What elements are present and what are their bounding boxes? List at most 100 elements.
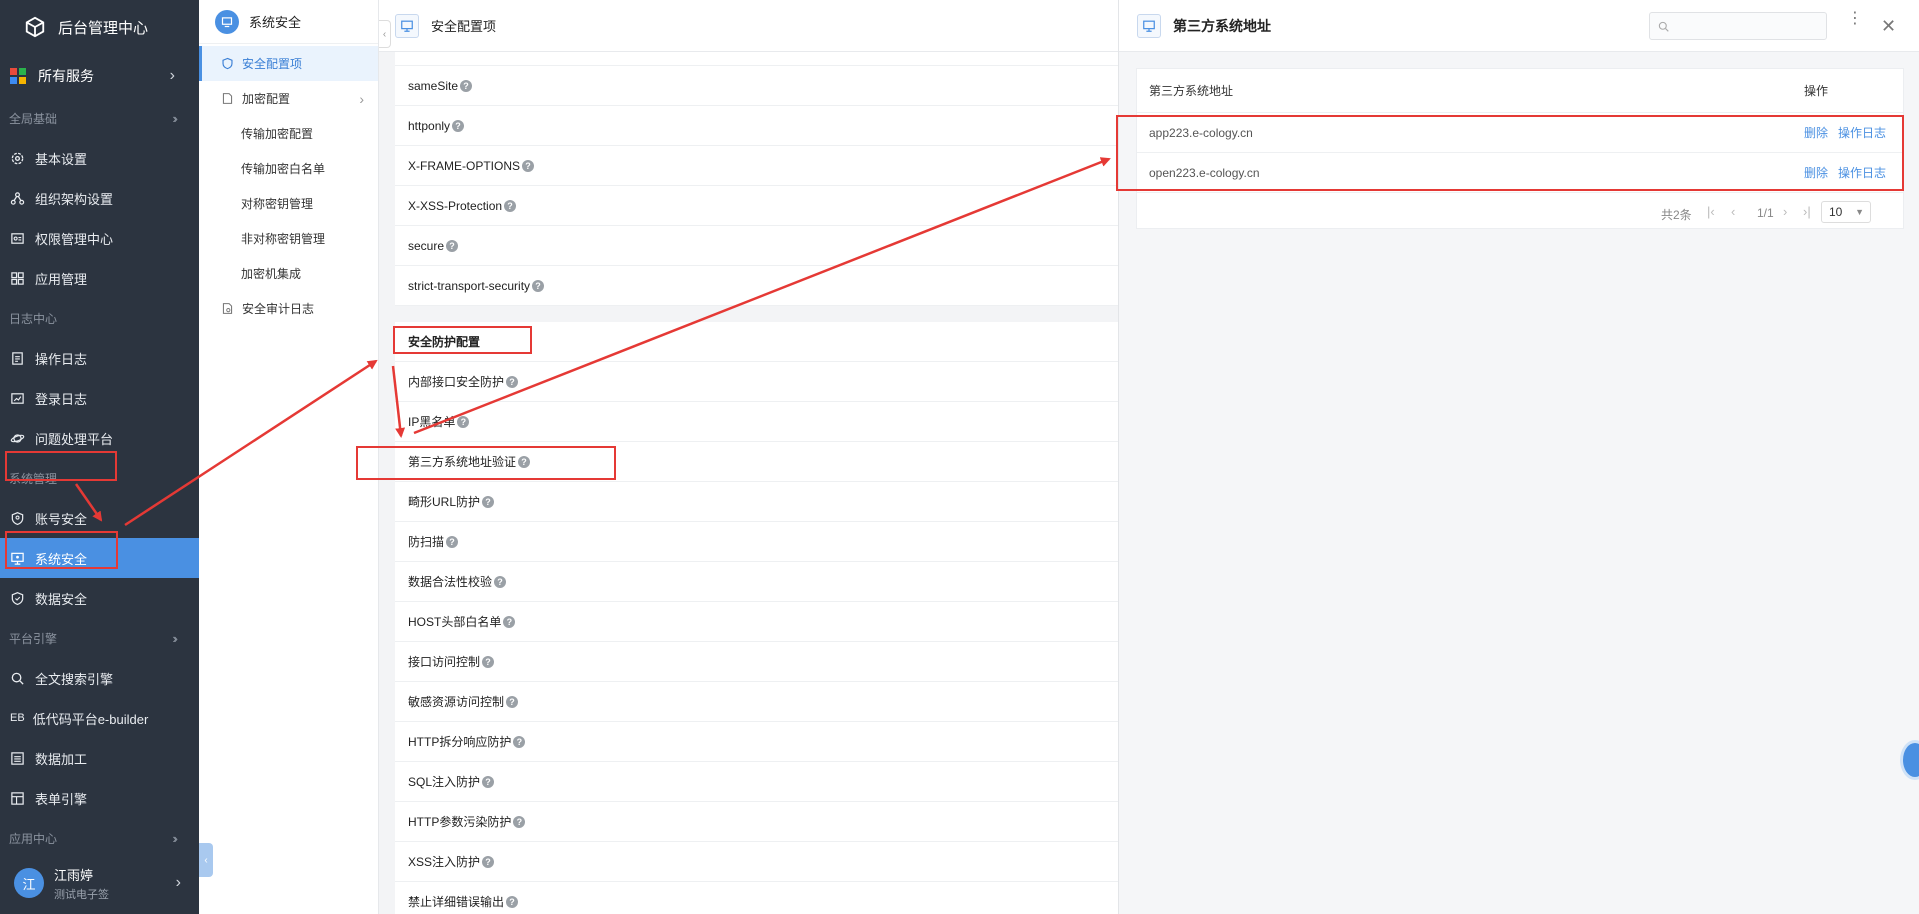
help-icon[interactable]: ? [482, 495, 495, 508]
help-icon[interactable]: ? [522, 159, 535, 172]
document-icon [10, 351, 25, 366]
highlight-third-party-row [356, 446, 616, 480]
help-icon[interactable]: ? [504, 199, 517, 212]
config-row[interactable]: XSS注入防护? [395, 842, 1118, 882]
config-row[interactable]: 畸形URL防护? [395, 482, 1118, 522]
config-row[interactable]: 禁止详细错误输出? [395, 882, 1118, 914]
config-row[interactable]: strict-transport-security? [395, 266, 1118, 306]
submenu-item-audit[interactable]: 安全审计日志 [199, 291, 378, 326]
help-icon[interactable]: ? [506, 695, 519, 708]
help-icon[interactable]: ? [452, 119, 465, 132]
submenu-item-asymmetric[interactable]: 非对称密钥管理 [199, 221, 378, 256]
config-row[interactable]: sameSite? [395, 66, 1118, 106]
sidebar-item-dataproc[interactable]: 数据加工 [0, 738, 199, 778]
drawer-header: 第三方系统地址 ⋮ ✕ [1119, 0, 1919, 52]
config-row[interactable]: 接口访问控制? [395, 642, 1118, 682]
highlight-protection-section [393, 326, 532, 354]
sidebar-item-appmgmt[interactable]: 应用管理 [0, 258, 199, 298]
sidebar-item-oplog[interactable]: 操作日志 [0, 338, 199, 378]
search-box[interactable] [1649, 12, 1827, 40]
search-input[interactable] [1675, 19, 1815, 33]
help-icon[interactable]: ? [482, 775, 495, 788]
last-page-icon[interactable]: ›| [1803, 204, 1811, 219]
config-row[interactable]: IP黑名单? [395, 402, 1118, 442]
user-profile[interactable]: 江 江雨婷 测试电子签 › [0, 852, 199, 914]
config-row[interactable]: HTTP拆分响应防护? [395, 722, 1118, 762]
help-icon[interactable]: ? [506, 895, 519, 908]
group-label: 全局基础 [9, 111, 58, 126]
help-icon[interactable]: ? [482, 855, 495, 868]
double-chevron-icon: ›› [172, 630, 177, 646]
page-size-select[interactable]: 10 ▼ [1821, 201, 1871, 223]
config-row[interactable]: 内部接口安全防护? [395, 362, 1118, 402]
first-page-icon[interactable]: |‹ [1707, 204, 1715, 219]
all-services-button[interactable]: 所有服务 › [0, 54, 199, 98]
config-row-label: X-FRAME-OPTIONS [408, 158, 521, 173]
help-icon[interactable]: ? [503, 615, 516, 628]
highlight-system-security [5, 531, 118, 569]
file-lock-icon [221, 92, 234, 105]
apps-grid-icon [10, 68, 26, 84]
brand[interactable]: 后台管理中心 [0, 0, 199, 54]
sidebar-item-label: 权限管理中心 [35, 231, 114, 247]
sidebar-item-search[interactable]: 全文搜索引擎 [0, 658, 199, 698]
table-header: 第三方系统地址 操作 [1137, 69, 1903, 113]
help-icon[interactable]: ? [446, 535, 459, 548]
collapse-submenu-handle[interactable]: ‹ [379, 20, 391, 48]
chevron-right-icon: › [175, 874, 181, 891]
sidebar-item-basic[interactable]: 基本设置 [0, 138, 199, 178]
sidebar-item-org[interactable]: 组织架构设置 [0, 178, 199, 218]
chart-board-icon [10, 391, 25, 406]
submenu-item-encrypt[interactable]: 加密配置 › [199, 81, 378, 116]
help-icon[interactable]: ? [457, 415, 470, 428]
column-header-address: 第三方系统地址 [1149, 84, 1234, 98]
sidebar-item-form[interactable]: 表单引擎 [0, 778, 199, 818]
submenu-item-config[interactable]: 安全配置项 [199, 46, 378, 81]
help-icon[interactable]: ? [513, 815, 526, 828]
config-row[interactable]: 敏感资源访问控制? [395, 682, 1118, 722]
help-icon[interactable]: ? [513, 735, 526, 748]
help-icon[interactable]: ? [460, 79, 473, 92]
submenu-item-whitelist[interactable]: 传输加密白名单 [199, 151, 378, 186]
config-row[interactable]: SQL注入防护? [395, 762, 1118, 802]
config-row-label: 敏感资源访问控制 [408, 695, 505, 709]
config-row[interactable]: 数据合法性校验? [395, 562, 1118, 602]
config-row[interactable]: X-XSS-Protection? [395, 186, 1118, 226]
help-icon[interactable]: ? [494, 575, 507, 588]
monitor-icon [215, 9, 239, 34]
collapse-sidebar-handle[interactable]: ‹ [199, 843, 213, 877]
help-icon[interactable]: ? [506, 375, 519, 388]
help-icon[interactable]: ? [532, 279, 545, 292]
next-page-icon[interactable]: › [1783, 204, 1787, 219]
config-row[interactable]: httponly? [395, 106, 1118, 146]
list-box-icon [10, 751, 25, 766]
sidebar-item-perm[interactable]: 权限管理中心 [0, 218, 199, 258]
submenu-item-label: 传输加密白名单 [241, 162, 326, 176]
submenu: 系统安全 安全配置项 加密配置 › 传输加密配置 传输加密白名单 对称密钥管理 非… [199, 0, 379, 914]
gear-icon [10, 151, 25, 166]
submenu-item-machine[interactable]: 加密机集成 [199, 256, 378, 291]
help-icon[interactable]: ? [446, 239, 459, 252]
submenu-item-label: 传输加密配置 [241, 127, 314, 141]
config-row[interactable]: X-FRAME-OPTIONS? [395, 146, 1118, 186]
more-vertical-icon[interactable]: ⋮ [1847, 11, 1863, 27]
sidebar-item-label: 应用管理 [35, 271, 88, 287]
chevron-right-icon: › [169, 67, 175, 84]
config-row[interactable]: HTTP参数污染防护? [395, 802, 1118, 842]
help-icon[interactable]: ? [482, 655, 495, 668]
config-row[interactable]: 防扫描? [395, 522, 1118, 562]
nav-group-platform[interactable]: 平台引擎 ›› [0, 618, 199, 658]
config-row[interactable]: secure? [395, 226, 1118, 266]
config-row[interactable]: HOST头部白名单? [395, 602, 1118, 642]
submenu-item-symmetric[interactable]: 对称密钥管理 [199, 186, 378, 221]
close-icon[interactable]: ✕ [1881, 16, 1896, 37]
sidebar-item-loginlog[interactable]: 登录日志 [0, 378, 199, 418]
config-row-label: httponly [408, 118, 451, 133]
nav-group-global[interactable]: 全局基础 ›› [0, 98, 199, 138]
submenu-item-transfer[interactable]: 传输加密配置 [199, 116, 378, 151]
config-row-label: HTTP拆分响应防护 [408, 735, 512, 749]
sidebar-item-datasec[interactable]: 数据安全 [0, 578, 199, 618]
sidebar-item-lowcode[interactable]: EB 低代码平台e-builder [0, 698, 199, 738]
prev-page-icon[interactable]: ‹ [1731, 204, 1735, 219]
total-count: 共2条 [1661, 208, 1692, 222]
